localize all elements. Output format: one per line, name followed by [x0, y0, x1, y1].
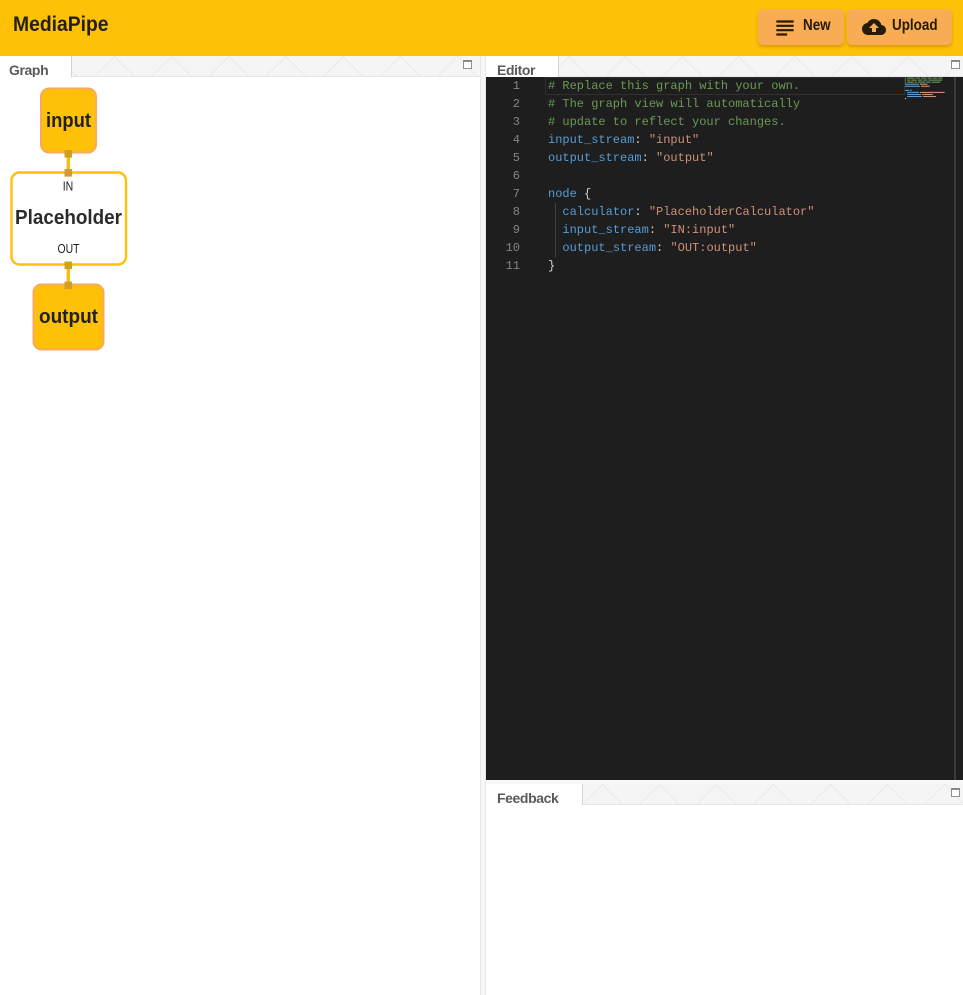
svg-text:output: output: [39, 306, 98, 328]
svg-text:Placeholder: Placeholder: [15, 207, 122, 229]
svg-text:input: input: [46, 110, 91, 132]
svg-text:OUT: OUT: [58, 241, 80, 256]
svg-text:IN: IN: [63, 179, 74, 194]
